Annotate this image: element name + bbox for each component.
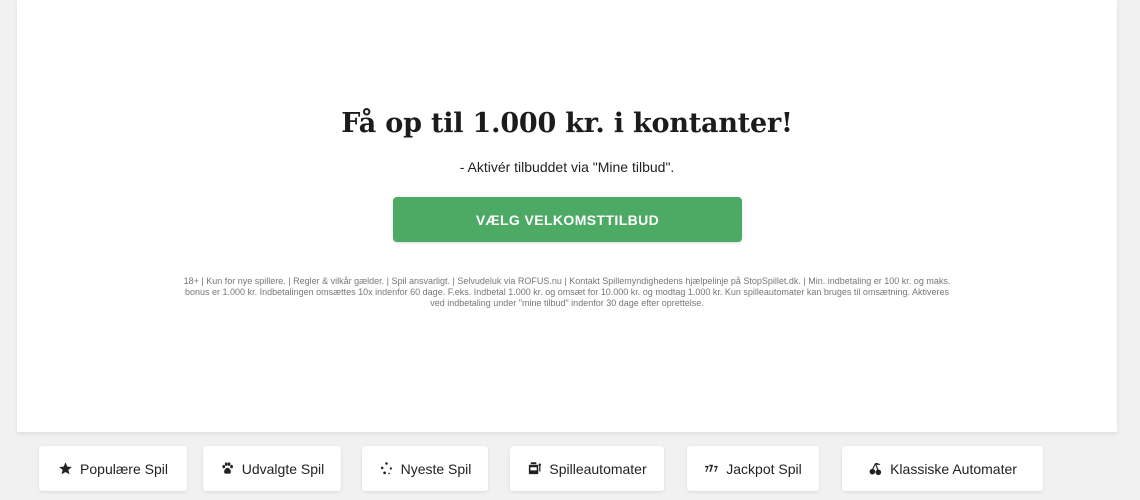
star-icon [58, 461, 73, 476]
paw-icon [220, 461, 235, 476]
welcome-offer-card: Få op til 1.000 kr. i kontanter! - Aktiv… [17, 0, 1117, 432]
offer-title: Få op til 1.000 kr. i kontanter! [341, 108, 793, 139]
category-label: Populære Spil [80, 460, 168, 477]
category-jackpot-games[interactable]: Jackpot Spil [687, 446, 819, 491]
game-category-bar: Populære Spil Udvalgte Spil Nyeste Spil … [17, 432, 1117, 500]
category-label: Spilleautomater [549, 460, 647, 477]
terms-text: 18+ | Kun for nye spillere. | Regler & v… [183, 276, 951, 308]
category-label: Klassiske Automater [890, 460, 1017, 477]
category-label: Jackpot Spil [726, 460, 802, 477]
category-label: Udvalgte Spil [241, 460, 325, 477]
sevens-icon [704, 461, 719, 476]
choose-welcome-offer-button[interactable]: VÆLG VELKOMSTTILBUD [393, 197, 742, 242]
page: Få op til 1.000 kr. i kontanter! - Aktiv… [0, 0, 1140, 500]
sparkle-icon [379, 461, 394, 476]
category-selected-games[interactable]: Udvalgte Spil [203, 446, 341, 491]
category-newest-games[interactable]: Nyeste Spil [362, 446, 488, 491]
cherries-icon [868, 461, 883, 476]
category-popular-games[interactable]: Populære Spil [39, 446, 187, 491]
slot-machine-icon [527, 461, 542, 476]
category-slot-machines[interactable]: Spilleautomater [510, 446, 664, 491]
category-label: Nyeste Spil [400, 460, 472, 477]
offer-subtitle: - Aktivér tilbuddet via "Mine tilbud". [459, 159, 675, 175]
category-classic-slots[interactable]: Klassiske Automater [842, 446, 1043, 491]
